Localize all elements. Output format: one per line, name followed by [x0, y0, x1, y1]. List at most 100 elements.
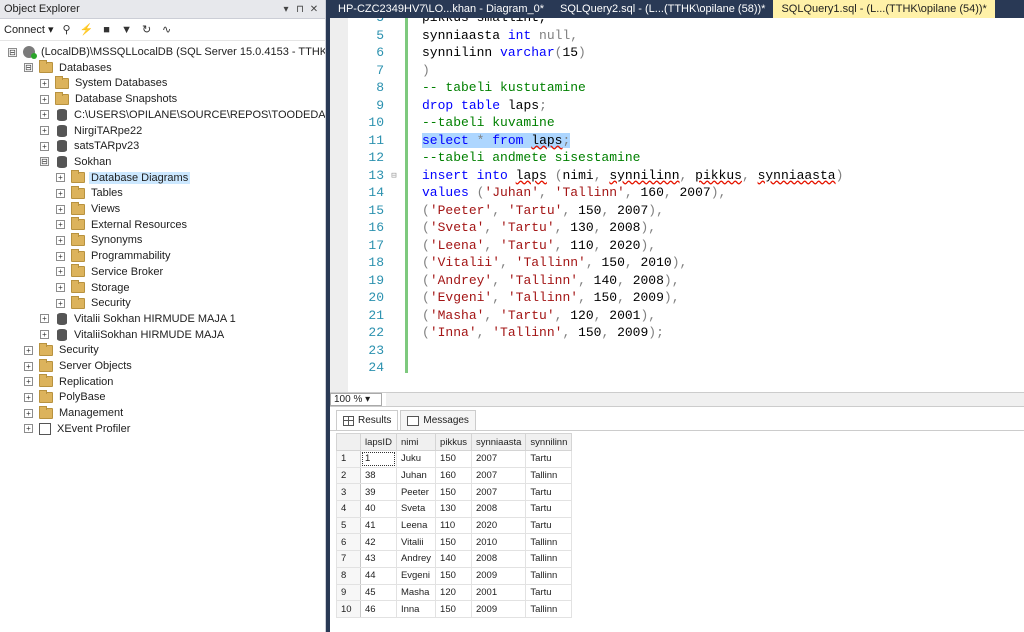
expand-icon[interactable]: +	[56, 204, 65, 214]
table-cell[interactable]: 2010	[470, 533, 527, 552]
collapse-icon[interactable]: ⊟	[24, 63, 33, 73]
table-cell[interactable]: Masha	[395, 583, 437, 602]
tree-node[interactable]: + Database Diagrams	[56, 170, 191, 186]
table-cell[interactable]: Juhan	[395, 466, 437, 485]
row-number[interactable]: 9	[336, 583, 361, 602]
table-cell[interactable]: Tartu	[525, 500, 573, 518]
query-editor[interactable]: 5 pikkus smallint, 5 synniaasta int null, 6 s…	[330, 18, 1024, 392]
table-cell[interactable]: 38	[360, 466, 397, 485]
tree-node[interactable]: ⊟ Databases	[24, 60, 114, 76]
row-number[interactable]: 4	[336, 500, 361, 518]
expand-icon[interactable]: +	[56, 298, 65, 308]
expand-icon[interactable]: +	[40, 110, 49, 120]
row-number[interactable]: 5	[336, 516, 361, 535]
table-cell[interactable]: Tallinn	[525, 466, 573, 485]
filter-icon[interactable]: ▼	[120, 23, 134, 37]
document-tab[interactable]: HP-CZC2349HV7\LO...khan - Diagram_0*	[330, 0, 552, 18]
tree-node[interactable]: + External Resources	[56, 217, 189, 233]
table-cell[interactable]: 2008	[470, 500, 527, 518]
tree-node[interactable]: + System Databases	[40, 75, 169, 91]
tree-node[interactable]: + Storage	[56, 280, 132, 296]
table-cell[interactable]: 42	[360, 533, 397, 552]
table-row[interactable]: 6 42 Vitalii 150 2010 Tallinn	[336, 533, 573, 552]
expand-icon[interactable]: +	[24, 408, 33, 418]
stop-icon[interactable]: ■	[100, 23, 114, 37]
tree-node[interactable]: + Vitalii Sokhan HIRMUDE MAJA 1	[40, 311, 238, 327]
expand-icon[interactable]: +	[24, 424, 33, 434]
table-cell[interactable]: Leena	[395, 516, 437, 535]
table-cell[interactable]: 150	[435, 566, 472, 585]
column-header[interactable]: synnilinn	[525, 433, 573, 451]
table-row[interactable]: 1 1 Juku 150 2007 Tartu	[336, 450, 573, 468]
table-cell[interactable]: 2009	[470, 600, 527, 618]
table-cell[interactable]: Sveta	[395, 500, 437, 518]
refresh-icon[interactable]: ↻	[140, 23, 154, 37]
expand-icon[interactable]: +	[40, 314, 49, 324]
expand-icon[interactable]: +	[56, 220, 65, 230]
dropdown-icon[interactable]: ▾	[279, 4, 293, 15]
table-cell[interactable]: 160	[435, 466, 472, 485]
table-cell[interactable]: Juku	[395, 450, 437, 468]
expand-icon[interactable]: +	[40, 78, 49, 88]
table-row[interactable]: 2 38 Juhan 160 2007 Tallinn	[336, 466, 573, 485]
disconnect-icon[interactable]: ⚡	[80, 23, 94, 37]
expand-icon[interactable]: +	[56, 235, 65, 245]
expand-icon[interactable]: +	[56, 267, 65, 277]
table-cell[interactable]: 1	[360, 450, 397, 468]
expand-icon[interactable]: +	[56, 173, 65, 183]
table-cell[interactable]: 2007	[470, 450, 527, 468]
table-cell[interactable]: 45	[360, 583, 397, 602]
table-cell[interactable]: 2001	[470, 583, 527, 602]
table-row[interactable]: 4 40 Sveta 130 2008 Tartu	[336, 500, 573, 518]
tree-node[interactable]: + C:\USERS\OPILANE\SOURCE\REPOS\TOODEDAB\…	[40, 107, 325, 123]
table-cell[interactable]: 130	[435, 500, 472, 518]
table-cell[interactable]: 150	[435, 600, 472, 618]
tab-results[interactable]: Results	[336, 410, 399, 430]
row-number[interactable]: 6	[336, 533, 361, 552]
table-cell[interactable]: Tallinn	[525, 566, 573, 585]
table-cell[interactable]: Tartu	[525, 450, 573, 468]
collapse-icon[interactable]: ⊟	[8, 47, 17, 57]
connect-icon[interactable]: ⚲	[60, 23, 74, 37]
pin-icon[interactable]: ⊓	[293, 4, 307, 15]
expand-icon[interactable]: +	[24, 392, 33, 402]
results-grid[interactable]: lapsID nimi pikkus synniaasta synnilinn 1 1 Ju…	[336, 433, 573, 618]
table-row[interactable]: 7 43 Andrey 140 2008 Tallinn	[336, 550, 573, 568]
tree-node[interactable]: + Security	[56, 295, 133, 311]
tree-node[interactable]: + satsTARpv23	[40, 138, 141, 154]
table-cell[interactable]: Evgeni	[395, 566, 437, 585]
column-header[interactable]: synniaasta	[470, 433, 527, 451]
row-number[interactable]: 1	[336, 450, 361, 468]
expand-icon[interactable]: +	[24, 377, 33, 387]
table-cell[interactable]: 150	[435, 483, 472, 502]
table-cell[interactable]: Inna	[395, 600, 437, 618]
connect-button[interactable]: Connect ▾	[4, 23, 54, 36]
expand-icon[interactable]: +	[24, 361, 33, 371]
table-cell[interactable]: Vitalii	[395, 533, 437, 552]
table-row[interactable]: 9 45 Masha 120 2001 Tartu	[336, 583, 573, 602]
expand-icon[interactable]: +	[56, 283, 65, 292]
table-cell[interactable]: 46	[360, 600, 397, 618]
row-number[interactable]: 2	[336, 466, 361, 485]
tree-node[interactable]: + NirgiTARpe22	[40, 123, 144, 139]
horizontal-scrollbar[interactable]	[386, 393, 1024, 406]
code-area[interactable]: 5 pikkus smallint, 5 synniaasta int null, 6 s…	[348, 18, 1024, 392]
tree-node[interactable]: + Replication	[24, 374, 115, 390]
tree-node[interactable]: ⊟ Sokhan	[40, 154, 113, 170]
table-cell[interactable]: Andrey	[395, 550, 437, 568]
column-header[interactable]: lapsID	[360, 433, 397, 451]
document-tab[interactable]: SQLQuery1.sql - (L...(TTHK\opilane (54))…	[773, 0, 995, 18]
column-header[interactable]: pikkus	[435, 433, 472, 451]
expand-icon[interactable]: +	[40, 94, 49, 104]
tree-node[interactable]: ⊟ (LocalDB)\MSSQLLocalDB (SQL Server 15.0…	[8, 44, 325, 60]
row-number[interactable]: 10	[336, 600, 361, 618]
table-cell[interactable]: 43	[360, 550, 397, 568]
table-cell[interactable]: 110	[435, 516, 472, 535]
table-cell[interactable]: 44	[360, 566, 397, 585]
table-cell[interactable]: 140	[435, 550, 472, 568]
expand-icon[interactable]: +	[40, 126, 49, 135]
column-header[interactable]: nimi	[395, 433, 437, 451]
table-cell[interactable]: 2020	[470, 516, 527, 535]
table-cell[interactable]: 120	[435, 583, 472, 602]
document-tab[interactable]: SQLQuery2.sql - (L...(TTHK\opilane (58))…	[552, 0, 773, 18]
